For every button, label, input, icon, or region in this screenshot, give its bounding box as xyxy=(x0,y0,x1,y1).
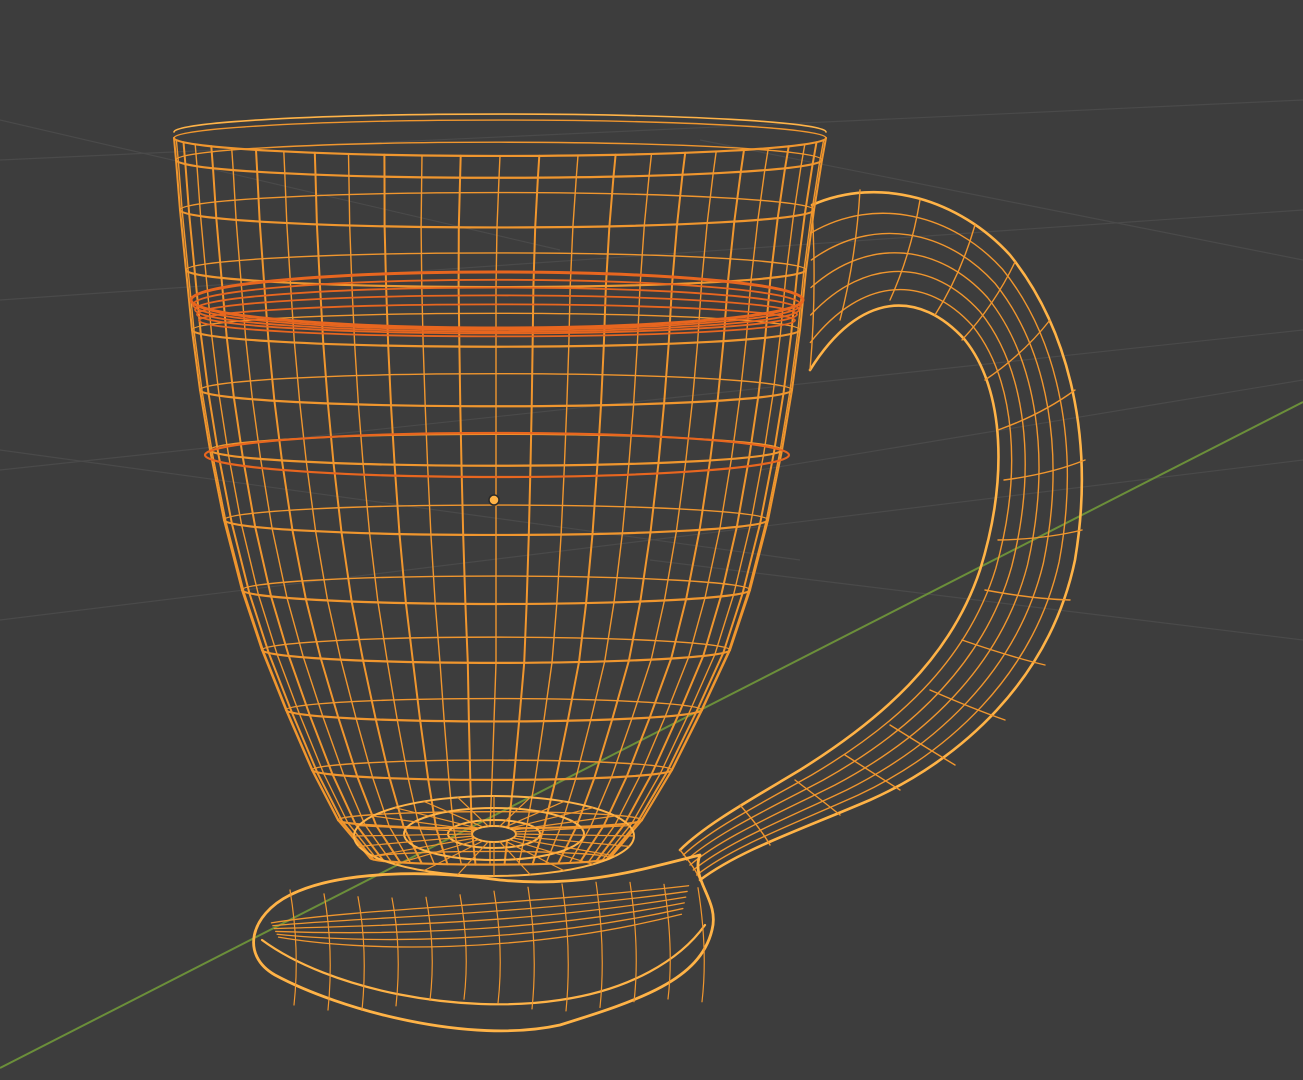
mug-wireframe[interactable] xyxy=(172,113,1086,1033)
viewport-canvas[interactable] xyxy=(0,0,1303,1080)
mug-spoon-foot-wireframe[interactable] xyxy=(252,853,715,1033)
foot-cross-section xyxy=(459,894,467,1000)
foot-cross-section xyxy=(493,890,501,1004)
cup-meridian xyxy=(605,141,818,861)
foot-cross-section xyxy=(595,881,603,1009)
grid-line xyxy=(0,119,561,251)
cup-meridian xyxy=(420,154,462,866)
handle-rib xyxy=(1003,459,1086,481)
3d-viewport[interactable] xyxy=(0,0,1303,1080)
handle-inner-edge xyxy=(678,304,1000,852)
mug-handle-wireframe[interactable] xyxy=(678,189,1086,882)
floor-grid xyxy=(0,99,1303,641)
foot-cross-section xyxy=(527,886,535,1010)
foot-contour xyxy=(277,913,683,948)
cup-rim xyxy=(173,113,827,133)
foot-cross-section xyxy=(425,896,433,1002)
foot-cross-section xyxy=(391,897,399,1007)
foot-cross-section xyxy=(323,893,331,1011)
cup-meridian xyxy=(457,154,477,866)
cup-ring-back xyxy=(173,119,827,139)
handle-longitudinal xyxy=(685,270,1026,861)
foot-cross-section xyxy=(697,887,705,1003)
cup-ring-back xyxy=(179,191,815,211)
cup-meridian xyxy=(531,153,617,866)
foot-contour xyxy=(270,885,690,924)
x-axis-line xyxy=(0,401,1303,1069)
foot-cross-section xyxy=(663,883,671,1000)
cup-meridian xyxy=(489,155,501,866)
cup-meridian xyxy=(182,141,375,861)
foot-cross-section xyxy=(289,889,297,1006)
mug-cup-body-wireframe[interactable] xyxy=(172,113,828,877)
handle-rib xyxy=(929,689,1006,721)
cup-meridian xyxy=(608,139,825,860)
handle-rib xyxy=(997,529,1083,541)
foot-cross-section xyxy=(357,896,365,1012)
liquid-inner-ring xyxy=(203,431,791,479)
foot-contour xyxy=(275,902,685,934)
cup-meridian xyxy=(175,139,372,860)
object-origin-dot[interactable] xyxy=(488,494,500,506)
handle-longitudinal xyxy=(682,288,1013,856)
cup-meridian xyxy=(503,154,541,866)
handle-rib xyxy=(984,589,1071,601)
handle-rib xyxy=(961,639,1046,666)
foot-cross-section xyxy=(561,883,569,1012)
foot-cross-section xyxy=(629,881,637,1003)
handle-rib xyxy=(844,754,901,791)
cup-meridian xyxy=(383,153,449,866)
